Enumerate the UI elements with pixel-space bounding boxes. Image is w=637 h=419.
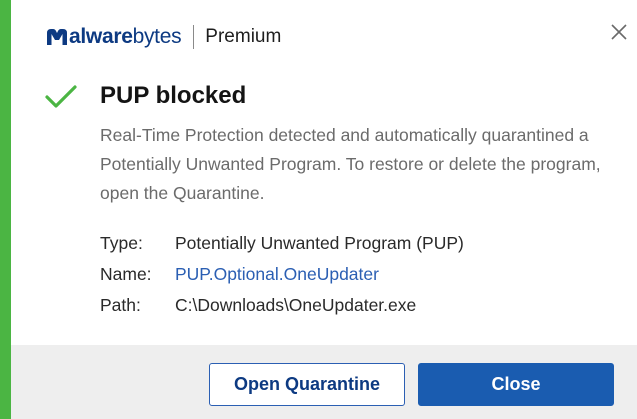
notification-title: PUP blocked: [100, 82, 247, 109]
close-button[interactable]: Close: [418, 363, 614, 406]
status-accent-bar: [0, 0, 11, 419]
logo-text-bold: alware: [69, 25, 133, 48]
path-value: C:\Downloads\OneUpdater.exe: [175, 295, 417, 315]
logo-text: alwarebytes: [69, 25, 182, 49]
detail-row-type: Type: Potentially Unwanted Program (PUP): [100, 228, 464, 259]
header-divider: [193, 25, 195, 49]
product-tier: Premium: [205, 26, 282, 47]
detail-row-path: Path: C:\Downloads\OneUpdater.exe: [100, 290, 464, 321]
detail-row-name: Name: PUP.Optional.OneUpdater: [100, 259, 464, 290]
malwarebytes-logo: alwarebytes: [46, 25, 182, 49]
type-value: Potentially Unwanted Program (PUP): [175, 233, 464, 253]
close-icon[interactable]: [609, 22, 629, 42]
threat-details: Type: Potentially Unwanted Program (PUP)…: [100, 228, 464, 321]
notification-description: Real-Time Protection detected and automa…: [100, 125, 601, 203]
threat-name-link[interactable]: PUP.Optional.OneUpdater: [175, 259, 379, 290]
logo-text-light: bytes: [132, 25, 182, 48]
path-label: Path:: [100, 295, 141, 315]
header: alwarebytes Premium: [46, 22, 281, 52]
checkmark-icon: [45, 85, 77, 108]
open-quarantine-button[interactable]: Open Quarantine: [209, 363, 405, 406]
name-label: Name:: [100, 264, 152, 284]
malwarebytes-m-icon: [47, 29, 67, 45]
type-label: Type:: [100, 233, 143, 253]
